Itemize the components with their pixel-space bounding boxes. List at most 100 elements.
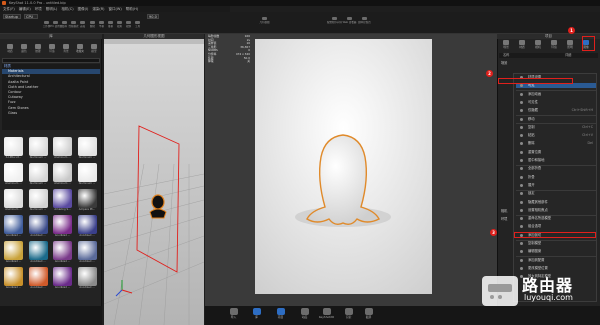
context-item-17[interactable]: 重命名所选模型 bbox=[516, 216, 596, 221]
material-thumb-8[interactable]: Aluminum ... bbox=[3, 189, 24, 214]
menu-item-5[interactable]: 图像(I) bbox=[78, 7, 89, 12]
toolbar-button-4[interactable]: 去噪 bbox=[78, 21, 87, 28]
material-thumb-23[interactable]: Anodized ... bbox=[77, 267, 98, 292]
material-thumb-3[interactable]: Aluminum ... bbox=[77, 137, 98, 162]
project-tab-4[interactable]: 照明 bbox=[563, 40, 577, 52]
bottom-button-6[interactable]: 截屏 bbox=[360, 308, 377, 323]
context-item-1[interactable]: 可见 bbox=[516, 83, 596, 89]
material-thumb-9[interactable]: Aluminum ... bbox=[28, 189, 49, 214]
project-tab-3[interactable]: 环境 bbox=[547, 40, 561, 52]
toolbar-button-5[interactable]: 翻转 bbox=[88, 21, 97, 28]
toolbar-button-1[interactable]: CPU 使用量 bbox=[49, 21, 62, 28]
material-thumb-4[interactable]: Aluminum ... bbox=[3, 163, 24, 188]
material-thumb-11[interactable]: Ampere Mi... bbox=[77, 189, 98, 214]
tree-item-9[interactable]: Glass bbox=[2, 111, 100, 116]
toolbar-button-8[interactable]: 视角 bbox=[115, 21, 124, 28]
cpu-dropdown[interactable]: CPU bbox=[24, 14, 38, 19]
context-item-label-17: 重命名所选模型 bbox=[528, 216, 552, 221]
context-item-6[interactable]: 复制 Ctrl+C bbox=[516, 125, 596, 130]
library-search-input[interactable] bbox=[2, 58, 100, 63]
material-thumb-2[interactable]: Aluminum ... bbox=[52, 137, 73, 162]
material-thumb-10[interactable]: Amazing S... bbox=[52, 189, 73, 214]
menu-item-1[interactable]: 编辑(E) bbox=[19, 7, 31, 12]
material-thumb-22[interactable]: Anodized ... bbox=[52, 267, 73, 292]
bottom-button-5[interactable]: 渲染 bbox=[340, 308, 357, 323]
library-tab-5[interactable]: 收藏夹 bbox=[73, 44, 87, 54]
context-item-18[interactable]: 组合选项 bbox=[516, 224, 596, 229]
render-frame[interactable] bbox=[255, 39, 432, 294]
cpu-usage-value[interactable]: 90.0 bbox=[147, 14, 159, 19]
context-item-3[interactable]: 可见性 bbox=[516, 100, 596, 105]
toolbar-button-7[interactable]: 推移 bbox=[106, 21, 115, 28]
menu-item-4[interactable]: 相机(C) bbox=[61, 7, 73, 12]
toolbar-button-14[interactable]: 脚本控制台 bbox=[358, 17, 371, 24]
menu-item-6[interactable]: 渲染(R) bbox=[92, 7, 104, 12]
toolbar-button-6[interactable]: 平移 bbox=[97, 21, 106, 28]
geometry-view[interactable] bbox=[104, 34, 204, 325]
bottom-button-3[interactable]: 动画 bbox=[296, 308, 313, 323]
context-item-13[interactable]: 展开 bbox=[516, 183, 596, 188]
toolbar-button-11[interactable]: 几何视图 bbox=[260, 17, 270, 24]
material-thumb-19[interactable]: Anodized ... bbox=[77, 241, 98, 266]
material-thumb-14[interactable]: Anodized ... bbox=[52, 215, 73, 240]
library-tab-2[interactable]: 纹理 bbox=[31, 44, 45, 54]
material-thumb-1[interactable]: Aluminum ... bbox=[28, 137, 49, 162]
project-tab-1[interactable]: 材质 bbox=[515, 40, 529, 52]
menu-item-8[interactable]: 帮助(H) bbox=[126, 7, 138, 12]
context-item-2[interactable]: 添加动画 bbox=[516, 92, 596, 97]
material-thumb-5[interactable]: Aluminum ... bbox=[28, 163, 49, 188]
toolbar-button-12[interactable]: 配置程序向导 bbox=[327, 17, 342, 24]
context-item-20[interactable]: 复制模型 bbox=[516, 241, 596, 246]
material-thumb-20[interactable]: Anodized ... bbox=[3, 267, 24, 292]
context-item-shortcut-6: Ctrl+C bbox=[582, 124, 593, 129]
library-tab-6[interactable]: 模型 bbox=[87, 44, 101, 54]
menu-item-3[interactable]: 照明(L) bbox=[46, 7, 58, 12]
material-thumb-12[interactable]: Anodized ... bbox=[3, 215, 24, 240]
material-thumb-17[interactable]: Anodized ... bbox=[28, 241, 49, 266]
context-item-10[interactable]: 居中和接地 bbox=[516, 158, 596, 163]
context-item-22[interactable]: 添加到配置 bbox=[516, 258, 596, 263]
context-item-4[interactable]: 仅隐藏 Ctrl+Shift+H bbox=[516, 108, 596, 113]
library-tab-3[interactable]: 环境 bbox=[45, 44, 59, 54]
toolbar-button-9[interactable]: 视野 bbox=[124, 21, 133, 28]
context-item-14[interactable]: 锁定 bbox=[516, 191, 596, 196]
context-item-15[interactable]: 隐藏其他部件 bbox=[516, 200, 596, 205]
context-item-11[interactable]: 全部折叠 bbox=[516, 166, 596, 171]
project-tab-0[interactable]: 场景 bbox=[499, 40, 513, 52]
project-tab-2[interactable]: 相机 bbox=[531, 40, 545, 52]
toolbar-button-13[interactable]: Web 查看器 bbox=[343, 17, 356, 24]
material-thumb-18[interactable]: Anodized ... bbox=[52, 241, 73, 266]
bottom-button-2[interactable]: 项目 bbox=[272, 308, 289, 323]
material-thumb-6[interactable]: Aluminum ... bbox=[52, 163, 73, 188]
context-item-16[interactable]: 设置相机焦点 bbox=[516, 208, 596, 213]
bottom-button-0[interactable]: 导入 bbox=[225, 308, 242, 323]
bottom-button-4[interactable]: KeyShotXR bbox=[318, 308, 335, 323]
workspace-dropdown[interactable]: Startup bbox=[3, 14, 21, 19]
context-item-7[interactable]: 粘贴 Ctrl+V bbox=[516, 133, 596, 138]
bottom-button-1[interactable]: 库 bbox=[248, 308, 265, 323]
material-thumb-13[interactable]: Anodized ... bbox=[28, 215, 49, 240]
context-item-9[interactable]: 重置位置 bbox=[516, 150, 596, 155]
context-item-12[interactable]: 折叠 bbox=[516, 175, 596, 180]
scene-root-scene[interactable]: 场景 bbox=[501, 60, 507, 65]
material-thumb-16[interactable]: Anodized ... bbox=[3, 241, 24, 266]
material-thumb-15[interactable]: Anodized ... bbox=[77, 215, 98, 240]
menu-item-0[interactable]: 文件(F) bbox=[3, 7, 15, 12]
library-tab-0[interactable]: 材质 bbox=[3, 44, 17, 54]
context-item-5[interactable]: 移动 bbox=[516, 117, 596, 122]
scene-root-camera[interactable]: 相机 bbox=[501, 208, 507, 213]
library-tab-4[interactable]: 背景 bbox=[59, 44, 73, 54]
geometry-view-toolbar[interactable] bbox=[104, 39, 204, 44]
context-item-label-8: 删除 bbox=[528, 141, 535, 146]
menu-item-2[interactable]: 环境 bbox=[35, 7, 42, 12]
material-thumb-0[interactable]: A Little Lit... bbox=[3, 137, 24, 162]
library-tab-1[interactable]: 颜色 bbox=[17, 44, 31, 54]
toolbar-button-10[interactable]: 工具 bbox=[133, 21, 142, 28]
toolbar-button-3[interactable]: 性能模式 bbox=[69, 21, 79, 28]
material-thumb-21[interactable]: Anodized ... bbox=[28, 267, 49, 292]
context-item-8[interactable]: 删除 Del bbox=[516, 141, 596, 146]
scene-root-environment[interactable]: 环境 bbox=[501, 216, 507, 221]
context-item-21[interactable]: 编辑图案 bbox=[516, 249, 596, 254]
material-thumb-7[interactable]: Aluminum ... bbox=[77, 163, 98, 188]
menu-item-7[interactable]: 窗口(W) bbox=[109, 7, 122, 12]
